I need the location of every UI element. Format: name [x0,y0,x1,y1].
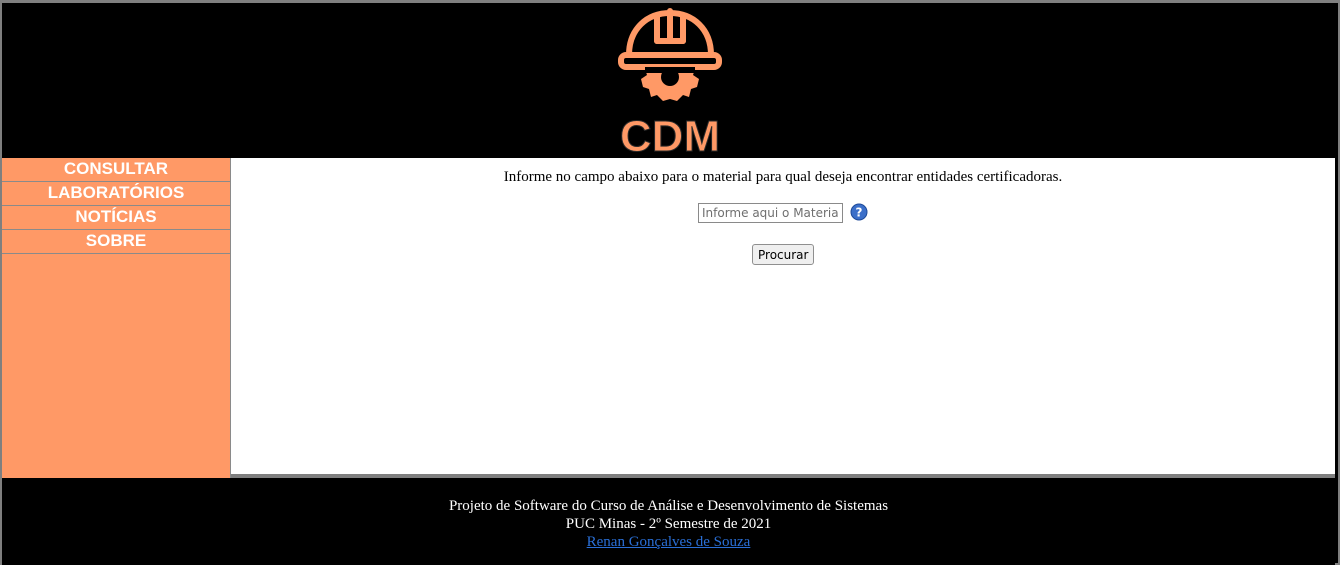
site-logo[interactable]: CDM [607,3,733,162]
sidebar-item-sobre[interactable]: SOBRE [2,230,230,254]
search-row: ? [698,203,868,225]
author-link[interactable]: Renan Gonçalves de Souza [587,534,751,550]
logo-text: CDM [620,112,720,158]
footer: Projeto de Software do Curso de Análise … [2,478,1335,565]
sidebar-item-laboratorios[interactable]: LABORATÓRIOS [2,182,230,206]
hardhat-gear-icon: CDM [618,8,722,162]
header: CDM [2,3,1335,162]
material-search-input[interactable] [698,203,843,223]
sidebar-item-noticias[interactable]: NOTÍCIAS [2,206,230,230]
sidebar-item-consultar[interactable]: CONSULTAR [2,158,230,182]
svg-text:?: ? [856,206,863,220]
search-button[interactable]: Procurar [752,244,815,265]
footer-project-text: Projeto de Software do Curso de Análise … [448,498,889,514]
main-content: Informe no campo abaixo para o material … [231,158,1335,474]
question-circle-icon[interactable]: ? [850,203,868,221]
instruction-text: Informe no campo abaixo para o material … [503,169,1063,185]
sidebar: CONSULTAR LABORATÓRIOS NOTÍCIAS SOBRE [2,158,231,478]
footer-institution-text: PUC Minas - 2º Semestre de 2021 [565,516,772,532]
